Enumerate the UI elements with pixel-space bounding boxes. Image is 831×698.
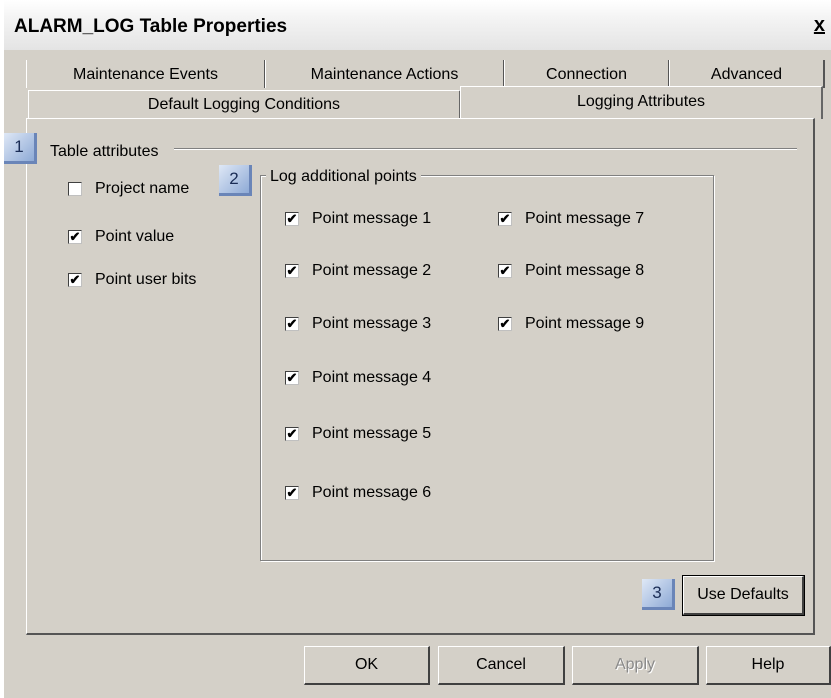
callout-badge-3: 3: [642, 579, 675, 610]
checkbox-label: Point message 2: [312, 262, 432, 279]
checkbox-label: Point message 6: [312, 484, 432, 501]
checkbox-point-message-4[interactable]: ✔ Point message 4: [285, 369, 431, 387]
log-additional-points-group: [260, 175, 714, 561]
checkbox-label: Point message 7: [525, 210, 645, 227]
window-title: ALARM_LOG Table Properties: [14, 16, 288, 37]
tab-maintenance-actions[interactable]: Maintenance Actions: [265, 60, 505, 88]
apply-button[interactable]: Apply: [572, 646, 699, 685]
checkbox-box: ✔: [285, 263, 299, 278]
checkbox-label: Point message 1: [312, 210, 432, 227]
table-attributes-separator: [174, 148, 797, 150]
title-bar: ALARM_LOG Table Properties x: [4, 0, 831, 50]
checkbox-point-user-bits[interactable]: ✔ Point user bits: [68, 271, 196, 289]
tab-label: Logging Attributes: [576, 93, 706, 110]
checkbox-box: ✔: [498, 211, 512, 226]
checkbox-box: ✔: [285, 426, 299, 441]
checkbox-box: ✔: [285, 485, 299, 500]
tab-label: Maintenance Events: [73, 66, 218, 83]
log-additional-points-label: Log additional points: [266, 168, 421, 186]
tab-label: Connection: [546, 66, 627, 83]
tab-label: Advanced: [710, 66, 783, 83]
checkbox-point-message-5[interactable]: ✔ Point message 5: [285, 425, 431, 443]
checkbox-box: [68, 182, 82, 196]
checkbox-label: Point message 4: [312, 369, 432, 386]
checkbox-label: Point message 9: [525, 315, 645, 332]
checkbox-box: ✔: [498, 316, 512, 331]
checkbox-point-message-6[interactable]: ✔ Point message 6: [285, 484, 431, 502]
checkbox-label: Point message 3: [312, 315, 432, 332]
cancel-button[interactable]: Cancel: [438, 646, 565, 685]
callout-badge-2: 2: [219, 165, 252, 196]
tab-maintenance-events[interactable]: Maintenance Events: [26, 60, 266, 88]
checkbox-box: ✔: [498, 263, 512, 278]
tab-default-logging-conditions[interactable]: Default Logging Conditions: [28, 90, 461, 119]
checkbox-box: ✔: [285, 316, 299, 331]
checkbox-label: Point user bits: [95, 271, 197, 288]
checkbox-point-message-8[interactable]: ✔ Point message 8: [498, 262, 644, 280]
table-attributes-label: Table attributes: [46, 143, 163, 161]
tab-logging-attributes[interactable]: Logging Attributes: [460, 86, 823, 119]
checkbox-point-message-3[interactable]: ✔ Point message 3: [285, 315, 431, 333]
checkbox-label: Point message 5: [312, 425, 432, 442]
checkbox-box: ✔: [285, 370, 299, 385]
tab-label: Maintenance Actions: [310, 66, 459, 83]
tab-advanced[interactable]: Advanced: [669, 60, 825, 88]
checkbox-box: ✔: [68, 229, 82, 244]
checkbox-label: Point value: [95, 228, 175, 245]
checkbox-point-message-7[interactable]: ✔ Point message 7: [498, 210, 644, 228]
dialog-window: ALARM_LOG Table Properties x Maintenance…: [4, 0, 831, 698]
close-button[interactable]: x: [814, 14, 825, 37]
help-button[interactable]: Help: [706, 646, 831, 685]
checkbox-project-name[interactable]: Project name: [68, 180, 189, 198]
tab-connection[interactable]: Connection: [504, 60, 670, 88]
checkbox-label: Project name: [95, 180, 190, 197]
checkbox-point-message-9[interactable]: ✔ Point message 9: [498, 315, 644, 333]
checkbox-label: Point message 8: [525, 262, 645, 279]
checkbox-box: ✔: [285, 211, 299, 226]
checkbox-point-message-2[interactable]: ✔ Point message 2: [285, 262, 431, 280]
callout-badge-1: 1: [4, 133, 37, 164]
tab-label: Default Logging Conditions: [147, 96, 341, 113]
use-defaults-button[interactable]: Use Defaults: [682, 575, 805, 616]
checkbox-point-message-1[interactable]: ✔ Point message 1: [285, 210, 431, 228]
ok-button[interactable]: OK: [304, 646, 430, 685]
checkbox-point-value[interactable]: ✔ Point value: [68, 228, 174, 246]
checkbox-box: ✔: [68, 272, 82, 287]
